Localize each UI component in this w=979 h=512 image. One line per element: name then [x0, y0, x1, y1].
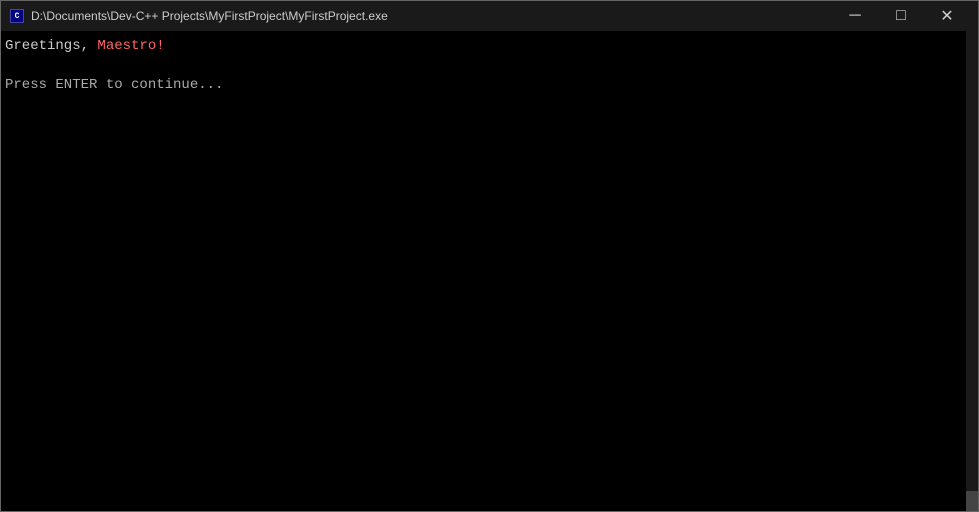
console-area: Greetings, Maestro! Press ENTER to conti…: [1, 31, 978, 511]
minimize-button[interactable]: ─: [832, 1, 878, 31]
blank-line: [5, 57, 974, 76]
greeting-name: Maestro!: [97, 38, 164, 54]
press-line: Press ENTER to continue...: [5, 76, 974, 96]
app-icon: C: [9, 8, 25, 24]
window-title: D:\Documents\Dev-C++ Projects\MyFirstPro…: [31, 9, 388, 23]
window: C D:\Documents\Dev-C++ Projects\MyFirstP…: [0, 0, 979, 512]
greeting-line: Greetings, Maestro!: [5, 37, 974, 57]
scrollbar-thumb: [966, 491, 978, 511]
title-bar-left: C D:\Documents\Dev-C++ Projects\MyFirstP…: [9, 8, 388, 24]
window-controls: ─ □ ✕: [832, 1, 970, 31]
title-bar: C D:\Documents\Dev-C++ Projects\MyFirstP…: [1, 1, 978, 31]
scrollbar[interactable]: [966, 31, 978, 511]
close-button[interactable]: ✕: [924, 1, 970, 31]
greeting-prefix: Greetings,: [5, 38, 97, 54]
cmd-icon-graphic: C: [10, 9, 24, 23]
maximize-button[interactable]: □: [878, 1, 924, 31]
console-content: Greetings, Maestro! Press ENTER to conti…: [1, 31, 978, 101]
